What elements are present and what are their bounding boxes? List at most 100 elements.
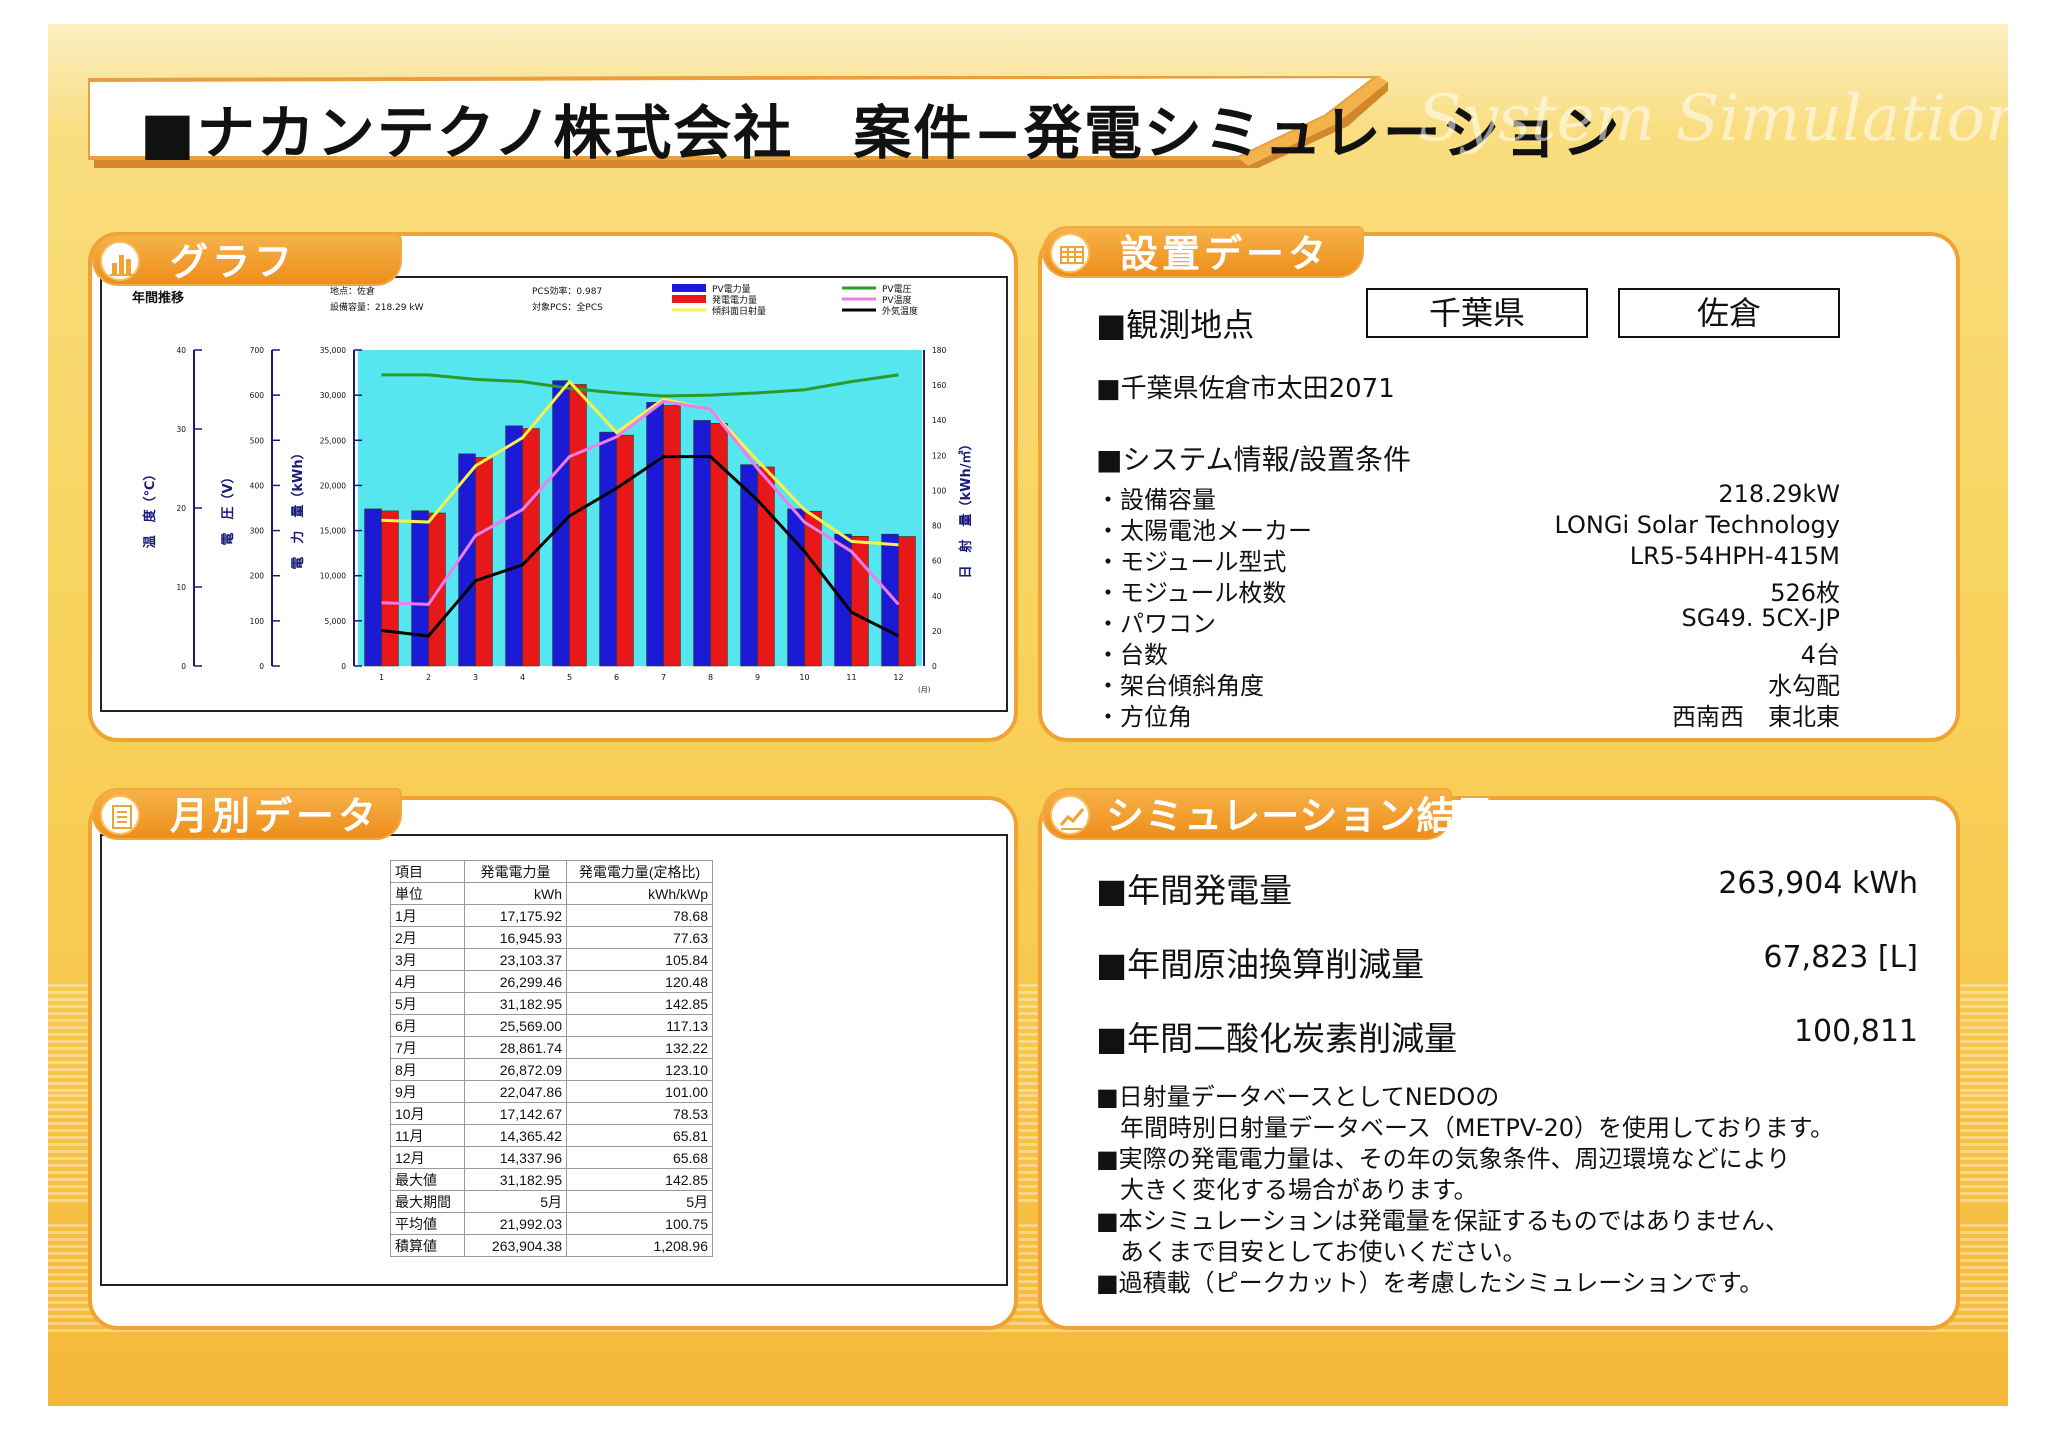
result-note-line: ■実際の発電電力量は、その年の気象条件、周辺環境などにより [1096,1145,1791,1173]
table-cell: 25,569.00 [464,1014,567,1037]
chart-frame: 年間推移 地点：佐倉 設備容量：218.29 kW PCS効率：0.987 対象PCS：… [100,276,1008,712]
table-row: 9月 22,047.86 101.00 [390,1080,713,1103]
city-box: 佐倉 [1618,288,1840,338]
x-tick-label: 5 [567,673,572,682]
install-row-label: ・架台傾斜角度 [1096,672,1264,700]
bar-pv-energy [458,453,476,667]
install-row-value: 218.29kW [1718,480,1840,508]
system-info-heading: ■システム情報/設置条件 [1096,443,1412,476]
page-title: ■ナカンテクノ株式会社 案件−発電シミュレーション [140,99,1622,167]
x-tick-label: 10 [799,673,809,682]
install-row-label: ・モジュール型式 [1096,548,1287,576]
x-tick-label: 11 [846,673,856,682]
table-cell: 105.84 [566,948,713,971]
axis-tick-label: 20 [932,627,942,636]
axis-tick-label: 15,000 [320,527,346,536]
axis-tick-label: 80 [932,522,942,531]
install-row-value: LONGi Solar Technology [1554,511,1840,539]
table-row: 6月 25,569.00 117.13 [390,1014,713,1037]
result-note-line: 大きく変化する場合があります。 [1096,1176,1478,1204]
table-cell: 26,872.09 [464,1058,567,1081]
table-cell: 7月 [390,1036,465,1059]
axis-tick-label: 180 [932,346,947,355]
result-value: 263,904 kWh [1718,866,1918,901]
bar-generated-energy [898,536,916,667]
table-cell: 14,337.96 [464,1146,567,1169]
axis-tick-label: 600 [250,391,265,400]
axis-tick-label: 40 [176,346,186,355]
table-row: 3月 23,103.37 105.84 [390,948,713,971]
table-cell: 100.75 [566,1212,713,1235]
axis-tick-label: 0 [259,662,264,671]
table-row: 積算値 263,904.38 1,208.96 [390,1234,713,1257]
axis-tick-label: 0 [932,662,937,671]
title-banner: ■ナカンテクノ株式会社 案件−発電シミュレーション [88,76,1620,168]
annual-chart: 年間推移 地点：佐倉設備容量：218.29 kW PCS効率：0.987 対象PCS：… [132,283,974,694]
x-tick-label: 4 [520,673,525,682]
table-unit-row: 単位 kWh kWh/kWp [390,882,713,905]
bar-pv-energy [411,510,429,667]
install-row-label: ・方位角 [1096,703,1192,731]
axis-tick-label: 30,000 [320,391,346,400]
bar-generated-energy [475,457,493,667]
graph-panel: 年間推移 地点：佐倉 設備容量：218.29 kW PCS効率：0.987 対象PCS：… [88,232,1018,742]
table-cell: 117.13 [566,1014,713,1037]
chart-info-pcs-target: 対象PCS：全PCS [532,301,603,313]
axis-tick-label: 5,000 [325,617,347,626]
bar-pv-energy [364,508,382,667]
address: ■千葉県佐倉市太田2071 [1096,374,1395,404]
table-cell: 発電電力量(定格比) [566,860,713,883]
title-watermark: System Simulation [1418,82,2008,156]
install-row-label: ・太陽電池メーカー [1096,517,1312,545]
axis-tick-label: 20,000 [320,481,346,490]
bar-generated-energy [381,510,399,667]
install-row-value: 526枚 [1770,579,1840,607]
result-label: ■年間二酸化炭素削減量 [1096,1019,1458,1058]
monthly-table: 項目 発電電力量 発電電力量(定格比) 単位 kWh kWh/kWp 1月 17,175.92… [390,860,713,1257]
axis-label-energy: 電 力 量（kWh） [290,446,306,569]
table-cell: 132.22 [566,1036,713,1059]
axis-tick-label: 160 [932,381,947,390]
table-cell: 17,175.92 [464,904,567,927]
table-cell: 31,182.95 [464,1168,567,1191]
table-cell: 5月 [464,1190,567,1213]
x-tick-label: 2 [426,673,431,682]
chart-info-location: 地点：佐倉 [330,285,375,297]
table-cell: 5月 [566,1190,713,1213]
table-row: 1月 17,175.92 78.68 [390,904,713,927]
table-cell: 101.00 [566,1080,713,1103]
axis-tick-label: 10,000 [320,572,346,581]
chart-info-capacity: 設備容量：218.29 kW [330,301,424,313]
result-note-line: ■日射量データベースとしてNEDOの [1096,1083,1500,1111]
legend-label: PV温度 [882,294,912,306]
table-cell: 4月 [390,970,465,993]
bar-generated-energy [804,510,822,667]
table-cell: 9月 [390,1080,465,1103]
table-row: 8月 26,872.09 123.10 [390,1058,713,1081]
axis-tick-label: 100 [932,486,947,495]
table-cell: 120.48 [566,970,713,993]
table-cell: 単位 [390,882,465,905]
axis-label-temp: 温 度（℃） [142,468,158,549]
result-note-line: あくまで目安としてお使いください。 [1096,1238,1527,1266]
install-panel: ■観測地点 千葉県 佐倉 ■千葉県佐倉市太田2071 ■システム情報/設置条件 … [1038,232,1960,742]
axis-tick-label: 400 [250,481,265,490]
table-cell: 6月 [390,1014,465,1037]
table-cell: 78.68 [566,904,713,927]
table-row: 最大期間 5月 5月 [390,1190,713,1213]
axis-tick-label: 25,000 [320,436,346,445]
result-label: ■年間発電量 [1096,871,1293,910]
table-row: 10月 17,142.67 78.53 [390,1102,713,1125]
table-cell: 123.10 [566,1058,713,1081]
table-cell: 3月 [390,948,465,971]
result-note-line: 年間時別日射量データベース（METPV-20）を使用しております。 [1096,1114,1835,1142]
tab-monthly-label: 月別データ [170,794,381,838]
axis-tick-label: 700 [250,346,265,355]
table-cell: 14,365.42 [464,1124,567,1147]
install-row-value: SG49. 5CX-JP [1681,604,1840,632]
table-cell: 26,299.46 [464,970,567,993]
bar-pv-energy [505,425,523,667]
table-cell: 77.63 [566,926,713,949]
axis-tick-label: 300 [250,527,265,536]
table-cell: kWh [464,882,567,905]
